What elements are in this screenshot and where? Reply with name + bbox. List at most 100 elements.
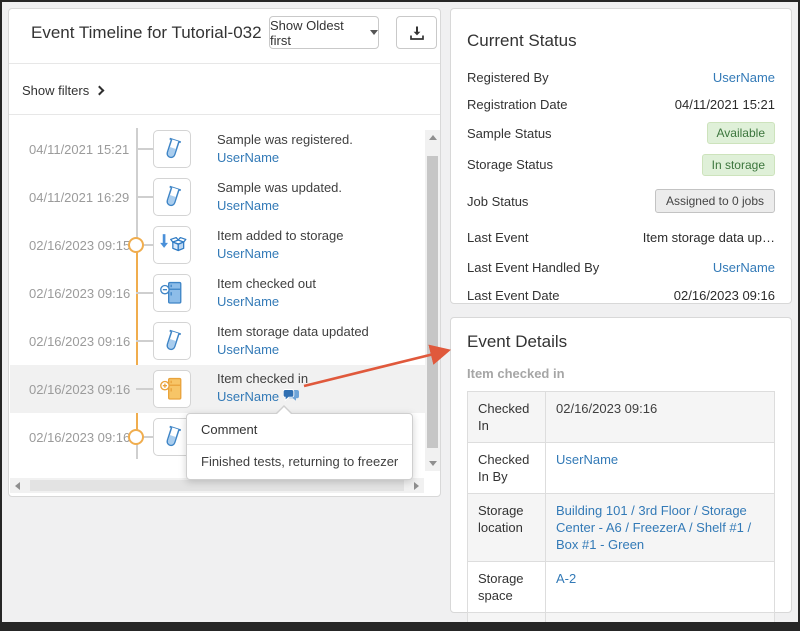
detail-value: Finished tests, returning to freezer bbox=[546, 613, 775, 631]
current-status-panel: Current Status Registered By UserName Re… bbox=[450, 8, 792, 304]
event-title: Sample was registered. bbox=[217, 131, 353, 149]
vertical-scrollbar[interactable] bbox=[425, 130, 440, 471]
scroll-down-arrow[interactable] bbox=[425, 456, 440, 471]
table-row: Checked In 02/16/2023 09:16 bbox=[468, 392, 775, 443]
detail-value: 02/16/2023 09:16 bbox=[546, 392, 775, 443]
job-status-badge[interactable]: Assigned to 0 jobs bbox=[655, 189, 775, 213]
status-row: Last Event Date 02/16/2023 09:16 bbox=[467, 281, 775, 309]
timeline-event-row-selected[interactable]: 02/16/2023 09:16 Item checked in bbox=[10, 365, 425, 413]
timeline-event-row[interactable]: 02/16/2023 09:16 Item checked out UserNa… bbox=[10, 269, 425, 317]
detail-label: Checked In By bbox=[468, 443, 546, 494]
event-date: 04/11/2021 15:21 bbox=[29, 125, 129, 173]
current-status-title: Current Status bbox=[467, 23, 775, 59]
detail-label: Storage location bbox=[468, 494, 546, 562]
event-user-link[interactable]: UserName bbox=[217, 389, 279, 404]
test-tube-icon bbox=[153, 322, 191, 360]
timeline-event-row[interactable]: 04/11/2021 15:21 Sample was registered. … bbox=[10, 125, 425, 173]
event-details-table: Checked In 02/16/2023 09:16 Checked In B… bbox=[467, 391, 775, 631]
download-button[interactable] bbox=[396, 16, 437, 49]
registration-date-value: 04/11/2021 15:21 bbox=[675, 97, 775, 112]
event-title: Item checked out bbox=[217, 275, 316, 293]
status-label: Registered By bbox=[467, 70, 549, 85]
vertical-scrollbar-thumb[interactable] bbox=[427, 156, 438, 448]
scroll-left-arrow[interactable] bbox=[10, 478, 25, 493]
timeline-title: Event Timeline for Tutorial-032 bbox=[31, 23, 262, 43]
detail-label: Checked In bbox=[468, 392, 546, 443]
divider bbox=[9, 63, 440, 64]
timeline-event-row[interactable]: 04/11/2021 16:29 Sample was updated. Use… bbox=[10, 173, 425, 221]
timeline-list: 04/11/2021 15:21 Sample was registered. … bbox=[10, 114, 425, 462]
app-window: Event Timeline for Tutorial-032 Show Old… bbox=[0, 0, 800, 631]
tooltip-body: Finished tests, returning to freezer bbox=[187, 445, 412, 479]
event-details-subtitle: Item checked in bbox=[467, 366, 775, 381]
status-row: Last Event Item storage data up… bbox=[467, 221, 775, 253]
status-label: Storage Status bbox=[467, 157, 553, 172]
test-tube-icon bbox=[153, 178, 191, 216]
sort-order-dropdown[interactable]: Show Oldest first bbox=[269, 16, 379, 49]
horizontal-scrollbar-thumb[interactable] bbox=[30, 480, 404, 491]
download-icon bbox=[409, 25, 425, 41]
timeline-milestone-dot bbox=[128, 429, 144, 445]
event-user-link[interactable]: UserName bbox=[217, 150, 279, 165]
table-row: Storage location Building 101 / 3rd Floo… bbox=[468, 494, 775, 562]
table-row: Comment Finished tests, returning to fre… bbox=[468, 613, 775, 631]
event-date: 02/16/2023 09:16 bbox=[29, 365, 130, 413]
event-date: 02/16/2023 09:15 bbox=[29, 221, 130, 269]
status-label: Job Status bbox=[467, 194, 528, 209]
event-date: 02/16/2023 09:16 bbox=[29, 413, 130, 461]
event-date: 02/16/2023 09:16 bbox=[29, 269, 130, 317]
tooltip-caret bbox=[276, 407, 292, 415]
status-label: Last Event bbox=[467, 230, 528, 245]
status-row: Job Status Assigned to 0 jobs bbox=[467, 181, 775, 221]
scroll-right-arrow[interactable] bbox=[409, 478, 424, 493]
show-filters-label: Show filters bbox=[22, 83, 89, 98]
horizontal-scrollbar[interactable] bbox=[10, 478, 424, 493]
table-row: Checked In By UserName bbox=[468, 443, 775, 494]
timeline-event-row[interactable]: 02/16/2023 09:15 bbox=[10, 221, 425, 269]
event-title: Item checked in bbox=[217, 370, 308, 388]
status-label: Registration Date bbox=[467, 97, 567, 112]
freezer-check-in-icon bbox=[153, 370, 191, 408]
show-filters-toggle[interactable]: Show filters bbox=[22, 83, 103, 98]
checked-in-by-link[interactable]: UserName bbox=[556, 452, 618, 467]
status-label: Last Event Handled By bbox=[467, 260, 599, 275]
storage-location-link[interactable]: Building 101 / 3rd Floor / Storage Cente… bbox=[556, 503, 751, 552]
status-row: Registered By UserName bbox=[467, 63, 775, 91]
add-to-storage-icon bbox=[153, 226, 191, 264]
storage-space-link[interactable]: A-2 bbox=[556, 571, 576, 586]
sort-order-label: Show Oldest first bbox=[270, 18, 363, 48]
status-row: Last Event Handled By UserName bbox=[467, 253, 775, 281]
event-date: 04/11/2021 16:29 bbox=[29, 173, 129, 221]
freezer-check-out-icon bbox=[153, 274, 191, 312]
detail-label: Storage space bbox=[468, 562, 546, 613]
registered-by-link[interactable]: UserName bbox=[713, 70, 775, 85]
table-row: Storage space A-2 bbox=[468, 562, 775, 613]
event-user-link[interactable]: UserName bbox=[217, 294, 279, 309]
status-label: Last Event Date bbox=[467, 288, 560, 303]
timeline-milestone-dot bbox=[128, 237, 144, 253]
status-row: Sample Status Available bbox=[467, 118, 775, 148]
test-tube-icon bbox=[153, 130, 191, 168]
comment-tooltip: Comment Finished tests, returning to fre… bbox=[186, 413, 413, 480]
event-title: Sample was updated. bbox=[217, 179, 342, 197]
event-details-title: Event Details bbox=[467, 332, 775, 352]
timeline-event-row[interactable]: 02/16/2023 09:16 Item storage data updat… bbox=[10, 317, 425, 365]
tooltip-title: Comment bbox=[187, 414, 412, 445]
status-row: Storage Status In storage bbox=[467, 148, 775, 181]
chevron-down-icon bbox=[370, 30, 378, 35]
event-title: Item storage data updated bbox=[217, 323, 369, 341]
last-event-handled-by-link[interactable]: UserName bbox=[713, 260, 775, 275]
detail-label: Comment bbox=[468, 613, 546, 631]
last-event-value: Item storage data up… bbox=[643, 230, 775, 245]
event-user-link[interactable]: UserName bbox=[217, 342, 279, 357]
storage-status-badge: In storage bbox=[702, 154, 775, 176]
status-label: Sample Status bbox=[467, 126, 552, 141]
event-timeline-panel: Event Timeline for Tutorial-032 Show Old… bbox=[8, 8, 441, 497]
event-date: 02/16/2023 09:16 bbox=[29, 317, 130, 365]
scroll-up-arrow[interactable] bbox=[425, 130, 440, 145]
event-user-link[interactable]: UserName bbox=[217, 246, 279, 261]
sample-status-badge: Available bbox=[707, 122, 775, 144]
event-title: Item added to storage bbox=[217, 227, 343, 245]
event-user-link[interactable]: UserName bbox=[217, 198, 279, 213]
last-event-date-value: 02/16/2023 09:16 bbox=[674, 288, 775, 303]
